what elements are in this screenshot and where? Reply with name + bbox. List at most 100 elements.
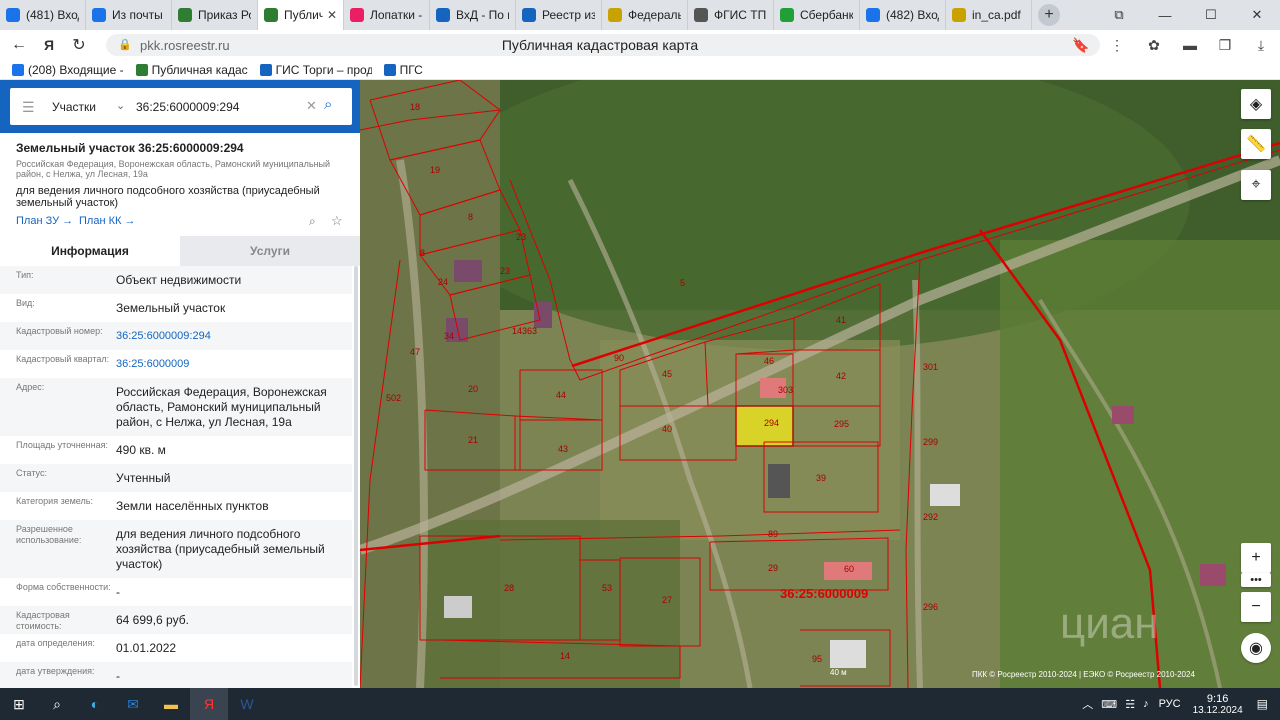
sber-icon <box>780 8 794 22</box>
tab-8[interactable]: ФГИС ТП <box>688 0 774 30</box>
tray-arrow-icon[interactable]: ︿ <box>1082 696 1093 712</box>
tab-services[interactable]: Услуги <box>180 236 360 266</box>
cadastral-map[interactable]: 18 19 8 23 8 23 24 34 14363 5 90 45 46 303 41 42 20 44 40 2… <box>360 80 1280 688</box>
bookmark-icon[interactable]: 🔖 <box>1070 34 1092 56</box>
info-value-link[interactable]: 36:25:6000009:294 <box>116 322 352 350</box>
more-dots-icon[interactable]: ••• <box>1241 573 1271 587</box>
locate-button[interactable]: ⌖ <box>1241 170 1271 200</box>
profile-icon[interactable]: ▬ <box>1179 34 1201 56</box>
tab-7[interactable]: Федеральная <box>602 0 688 30</box>
search-input[interactable]: 36:25:6000009:294 <box>136 100 239 114</box>
parcel-label: 27 <box>662 595 672 605</box>
tab-5[interactable]: ВхД - По н <box>430 0 516 30</box>
maximize-button[interactable]: ☐ <box>1188 0 1234 30</box>
reload-button[interactable]: ↻ <box>64 30 94 60</box>
parcel-label: 14 <box>560 651 570 661</box>
minimize-button[interactable]: — <box>1142 0 1188 30</box>
tab-label: Сбербанк <box>800 8 853 22</box>
hamburger-icon[interactable]: ☰ <box>22 99 35 116</box>
clock[interactable]: 9:16 13.12.2024 <box>1193 693 1243 716</box>
parcel-label: 90 <box>614 353 624 363</box>
info-row: Кадастровая стоимость: 64 699,6 руб. <box>0 606 352 634</box>
edge-icon[interactable]: ◐ <box>76 688 114 720</box>
bookmark-1[interactable]: Публичная кадастровая <box>135 63 248 77</box>
tab-11[interactable]: in_ca.pdf <box>946 0 1032 30</box>
menu-dots-icon[interactable]: ⋮ <box>1106 34 1128 56</box>
info-tabs: Информация Услуги <box>0 236 360 266</box>
search-taskbar-icon[interactable]: ⌕ <box>38 688 76 720</box>
category-select[interactable]: Участки <box>52 100 96 114</box>
tab-9[interactable]: Сбербанк <box>774 0 860 30</box>
volume-icon[interactable]: ♪ <box>1143 698 1149 710</box>
star-icon[interactable]: ☆ <box>331 213 343 229</box>
download-icon[interactable]: ⤓ <box>1250 34 1272 56</box>
parcel-label: 292 <box>923 512 938 522</box>
wifi-icon[interactable]: ☵ <box>1125 698 1135 711</box>
network-icon[interactable]: ⌨ <box>1101 698 1117 711</box>
compass-button[interactable]: ◉ <box>1241 633 1271 663</box>
chevron-down-icon[interactable]: ⌄ <box>116 99 125 112</box>
scale-label: 40 м <box>830 668 847 677</box>
parcel-label: 45 <box>662 369 672 379</box>
windows-start-icon[interactable]: ⊞ <box>0 688 38 720</box>
close-window-button[interactable]: ✕ <box>1234 0 1280 30</box>
tab-label: (482) Входящие <box>886 8 939 22</box>
tab-label: Публичная <box>284 8 323 22</box>
info-value: Объект недвижимости <box>116 273 242 287</box>
parcel-label: 39 <box>816 473 826 483</box>
zoom-in-button[interactable]: + <box>1241 543 1271 573</box>
yandex-icon[interactable]: Я <box>34 30 64 60</box>
outlook-icon[interactable]: ✉ <box>114 688 152 720</box>
search-doc-icon[interactable]: ⌕ <box>309 214 316 229</box>
plan-kk-link[interactable]: План КК → <box>79 215 135 227</box>
close-tab-icon[interactable]: ✕ <box>327 8 337 22</box>
plan-zu-link[interactable]: План ЗУ → <box>16 215 73 227</box>
yandex-browser-icon[interactable]: Я <box>190 688 228 720</box>
url-text[interactable]: pkk.rosreestr.ru <box>140 38 230 53</box>
language-indicator[interactable]: РУС <box>1159 698 1181 710</box>
tab-6[interactable]: Реестр изменений <box>516 0 602 30</box>
parcel-label: 53 <box>602 583 612 593</box>
explorer-icon[interactable]: ▬ <box>152 688 190 720</box>
tab-10[interactable]: (482) Входящие <box>860 0 946 30</box>
info-key: Площадь уточненная: <box>16 440 108 450</box>
parcel-label: 5 <box>680 278 685 288</box>
clear-icon[interactable]: ✕ <box>306 98 317 114</box>
layers-button[interactable]: ◈ <box>1241 89 1271 119</box>
bookmark-2[interactable]: ГИС Торги – продажа <box>259 63 372 77</box>
notification-icon[interactable]: ▤ <box>1257 697 1268 711</box>
info-row: Разрешенное использование: для ведения ли… <box>0 520 352 578</box>
tab-2[interactable]: Приказ Росреестра <box>172 0 258 30</box>
extension-icon[interactable]: ✿ <box>1143 34 1165 56</box>
browser-tab-bar: (481) Входящие Из почты Приказ Росреестра П… <box>0 0 1280 30</box>
new-tab-button[interactable]: + <box>1038 4 1060 26</box>
tab-1[interactable]: Из почты <box>86 0 172 30</box>
info-row: Тип: Объект недвижимости <box>0 266 352 294</box>
map-canvas[interactable]: 18 19 8 23 8 23 24 34 14363 5 90 45 46 303 41 42 20 44 40 2… <box>360 80 1280 688</box>
collections-icon[interactable]: ⧉ <box>1096 0 1142 30</box>
bookmark-0[interactable]: (208) Входящие - <box>12 63 124 77</box>
tab-3[interactable]: Публичная ✕ <box>258 0 344 30</box>
info-key: Форма собственности: <box>16 582 111 592</box>
scrollbar[interactable] <box>354 266 358 686</box>
zoom-out-button[interactable]: − <box>1241 592 1271 622</box>
object-address: Российская Федерация, Воронежская област… <box>16 159 331 179</box>
info-value: для ведения личного подсобного хозяйства… <box>116 527 325 571</box>
info-key: Тип: <box>16 270 34 280</box>
tab-4[interactable]: Лопатки - <box>344 0 430 30</box>
ruler-button[interactable]: 📏 <box>1241 129 1271 159</box>
search-icon[interactable]: ⌕ <box>324 96 332 113</box>
bookmark-3[interactable]: ПГС <box>383 63 423 77</box>
sidebar-icon[interactable]: ❐ <box>1214 34 1236 56</box>
word-icon[interactable]: W <box>228 688 266 720</box>
back-button[interactable]: ← <box>4 30 34 60</box>
info-key: Кадастровый номер: <box>16 326 103 336</box>
tab-information[interactable]: Информация <box>0 236 180 266</box>
doc-icon <box>92 8 106 22</box>
cian-watermark: циан <box>1060 599 1159 648</box>
rosreestr-icon <box>178 8 192 22</box>
info-value-link[interactable]: 36:25:6000009 <box>116 350 352 378</box>
parcel-label: 44 <box>556 390 566 400</box>
tab-0[interactable]: (481) Входящие <box>0 0 86 30</box>
parcel-label: 89 <box>768 529 778 539</box>
